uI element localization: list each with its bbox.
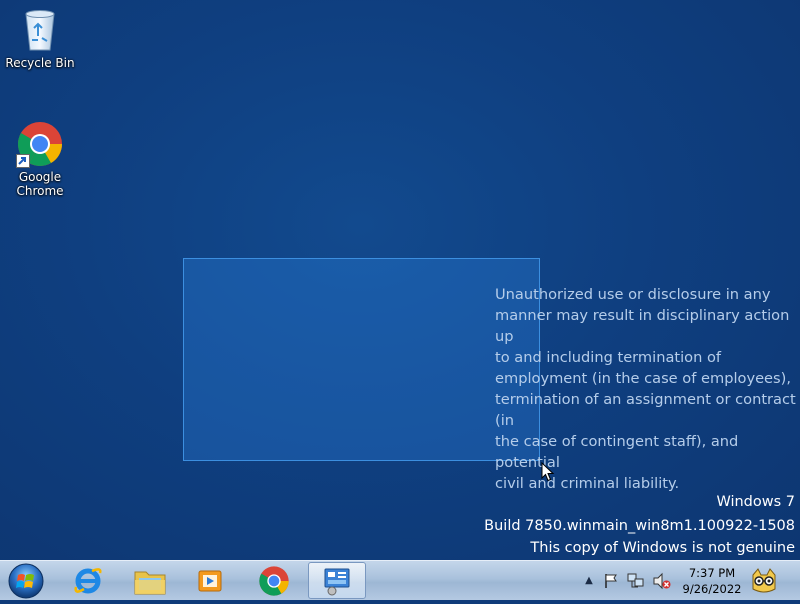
notice-line: Unauthorized use or disclosure in any xyxy=(495,286,771,303)
notification-area: ▲ xyxy=(582,561,672,600)
chrome-icon xyxy=(259,565,289,596)
clock-time: 7:37 PM xyxy=(688,566,736,580)
recycle-bin-label: Recycle Bin xyxy=(5,56,75,70)
taskbar-google-chrome[interactable] xyxy=(246,562,302,599)
taskbar: ▲ 7:37 PM 9/26/2022 xyxy=(0,560,800,600)
windows-orb-icon xyxy=(8,563,44,599)
watermark-os: Windows 7 xyxy=(716,494,795,510)
notice-line: to and including termination of xyxy=(495,349,722,366)
watermark-genuine: This copy of Windows is not genuine xyxy=(530,540,795,556)
internet-explorer-icon xyxy=(74,567,102,593)
folder-icon xyxy=(134,571,166,594)
google-chrome-shortcut[interactable]: Google Chrome xyxy=(2,120,78,198)
taskbar-media-player[interactable] xyxy=(182,562,238,599)
shortcut-arrow-icon xyxy=(16,154,30,168)
network-icon[interactable] xyxy=(626,572,646,590)
taskbar-windows-explorer[interactable] xyxy=(122,562,178,599)
chrome-label-line2: Chrome xyxy=(16,184,64,198)
chrome-icon xyxy=(16,120,64,168)
notice-line: termination of an assignment or contract… xyxy=(495,391,796,429)
system-clock[interactable]: 7:37 PM 9/26/2022 xyxy=(672,565,752,597)
volume-muted-icon[interactable] xyxy=(652,572,672,590)
action-center-flag-icon[interactable] xyxy=(602,572,620,590)
show-desktop-button[interactable] xyxy=(786,561,800,600)
desktop[interactable]: Recycle Bin Google Chrome Unauthorized u… xyxy=(0,0,800,560)
control-panel-icon xyxy=(324,568,350,595)
notice-line: manner may result in disciplinary action… xyxy=(495,307,790,345)
start-button[interactable] xyxy=(4,562,48,599)
taskbar-internet-explorer[interactable] xyxy=(60,562,116,599)
notice-line: employment (in the case of employees), xyxy=(495,370,791,387)
recycle-bin-shortcut[interactable]: Recycle Bin xyxy=(2,6,78,70)
taskbar-control-panel[interactable] xyxy=(308,562,366,599)
chrome-label-line1: Google xyxy=(18,170,62,184)
watermark-build: Build 7850.winmain_win8m1.100922-1508 xyxy=(484,518,795,534)
glasses-cat-icon xyxy=(752,567,776,592)
drag-selection-rectangle xyxy=(183,258,540,461)
show-hidden-icons[interactable]: ▲ xyxy=(582,575,596,586)
taskbar-tray-app[interactable] xyxy=(744,562,784,599)
mouse-cursor-icon xyxy=(541,462,555,482)
media-player-icon xyxy=(198,570,222,591)
clock-date: 9/26/2022 xyxy=(682,582,742,596)
recycle-bin-icon xyxy=(16,6,64,54)
